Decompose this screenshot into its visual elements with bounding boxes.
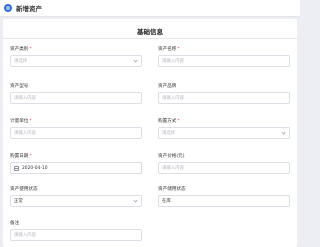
field-asset-price: 资产价格(元) 请输入内容 bbox=[158, 153, 290, 174]
field-label: 资产品牌 bbox=[158, 84, 177, 89]
field-label: 购置日期* bbox=[10, 154, 32, 159]
asset-model-input[interactable]: 请输入内容 bbox=[10, 92, 142, 104]
required-star: * bbox=[29, 119, 32, 124]
field-asset-model: 资产型号 请输入内容 bbox=[10, 83, 142, 104]
field-label: 资产使用状态 bbox=[10, 187, 38, 192]
field-purchase-method: 购置方式* 请选择 bbox=[158, 118, 290, 139]
field-usage-status: 资产使用状态 正常 bbox=[10, 186, 142, 207]
field-label: 资产价格(元) bbox=[158, 154, 185, 159]
field-label: 资产名称* bbox=[158, 47, 180, 52]
usage-status-select[interactable]: 正常 bbox=[10, 195, 142, 207]
required-star: * bbox=[29, 154, 32, 159]
purchase-date-picker[interactable]: 2020-04-10 bbox=[10, 162, 142, 174]
asset-brand-input[interactable]: 请输入内容 bbox=[158, 92, 290, 104]
form-card: 基础信息 资产类别* 请选择 资产名称* 请输入内容 资产型号 请输入内容 资产… bbox=[3, 19, 297, 247]
field-storage-status: 资产储用状态 在库 bbox=[158, 186, 290, 207]
asset-price-input[interactable]: 请输入内容 bbox=[158, 162, 290, 174]
field-asset-name: 资产名称* 请输入内容 bbox=[158, 46, 290, 67]
chevron-down-icon bbox=[281, 130, 286, 135]
field-remarks: 备注 请输入内容 bbox=[10, 220, 142, 241]
section-divider bbox=[3, 38, 297, 39]
asset-name-input[interactable]: 请输入内容 bbox=[158, 55, 290, 67]
calendar-icon bbox=[14, 165, 19, 171]
section-title: 基础信息 bbox=[137, 28, 163, 36]
field-label: 资产储用状态 bbox=[158, 187, 186, 192]
remarks-input[interactable]: 请输入内容 bbox=[10, 229, 142, 241]
required-star: * bbox=[29, 47, 32, 52]
asset-category-select[interactable]: 请选择 bbox=[10, 55, 142, 67]
page-title: 新增资产 bbox=[16, 5, 42, 13]
field-label: 备注 bbox=[10, 221, 20, 226]
field-purchase-date: 购置日期* 2020-04-10 bbox=[10, 153, 142, 174]
chevron-down-icon bbox=[133, 198, 138, 203]
storage-status-input[interactable]: 在库 bbox=[158, 195, 290, 207]
chevron-down-icon bbox=[133, 58, 138, 63]
field-unit: 计量单位* 请输入内容 bbox=[10, 118, 142, 139]
field-asset-brand: 资产品牌 请输入内容 bbox=[158, 83, 290, 104]
field-label: 资产型号 bbox=[10, 84, 29, 89]
field-label: 购置方式* bbox=[158, 119, 180, 124]
field-label: 资产类别* bbox=[10, 47, 32, 52]
unit-input[interactable]: 请输入内容 bbox=[10, 127, 142, 139]
required-star: * bbox=[177, 119, 180, 124]
field-label: 计量单位* bbox=[10, 119, 32, 124]
top-bar: 新增资产 bbox=[0, 0, 300, 17]
app-logo-icon bbox=[4, 4, 12, 12]
field-asset-category: 资产类别* 请选择 bbox=[10, 46, 142, 67]
required-star: * bbox=[177, 47, 180, 52]
purchase-method-select[interactable]: 请选择 bbox=[158, 127, 290, 139]
